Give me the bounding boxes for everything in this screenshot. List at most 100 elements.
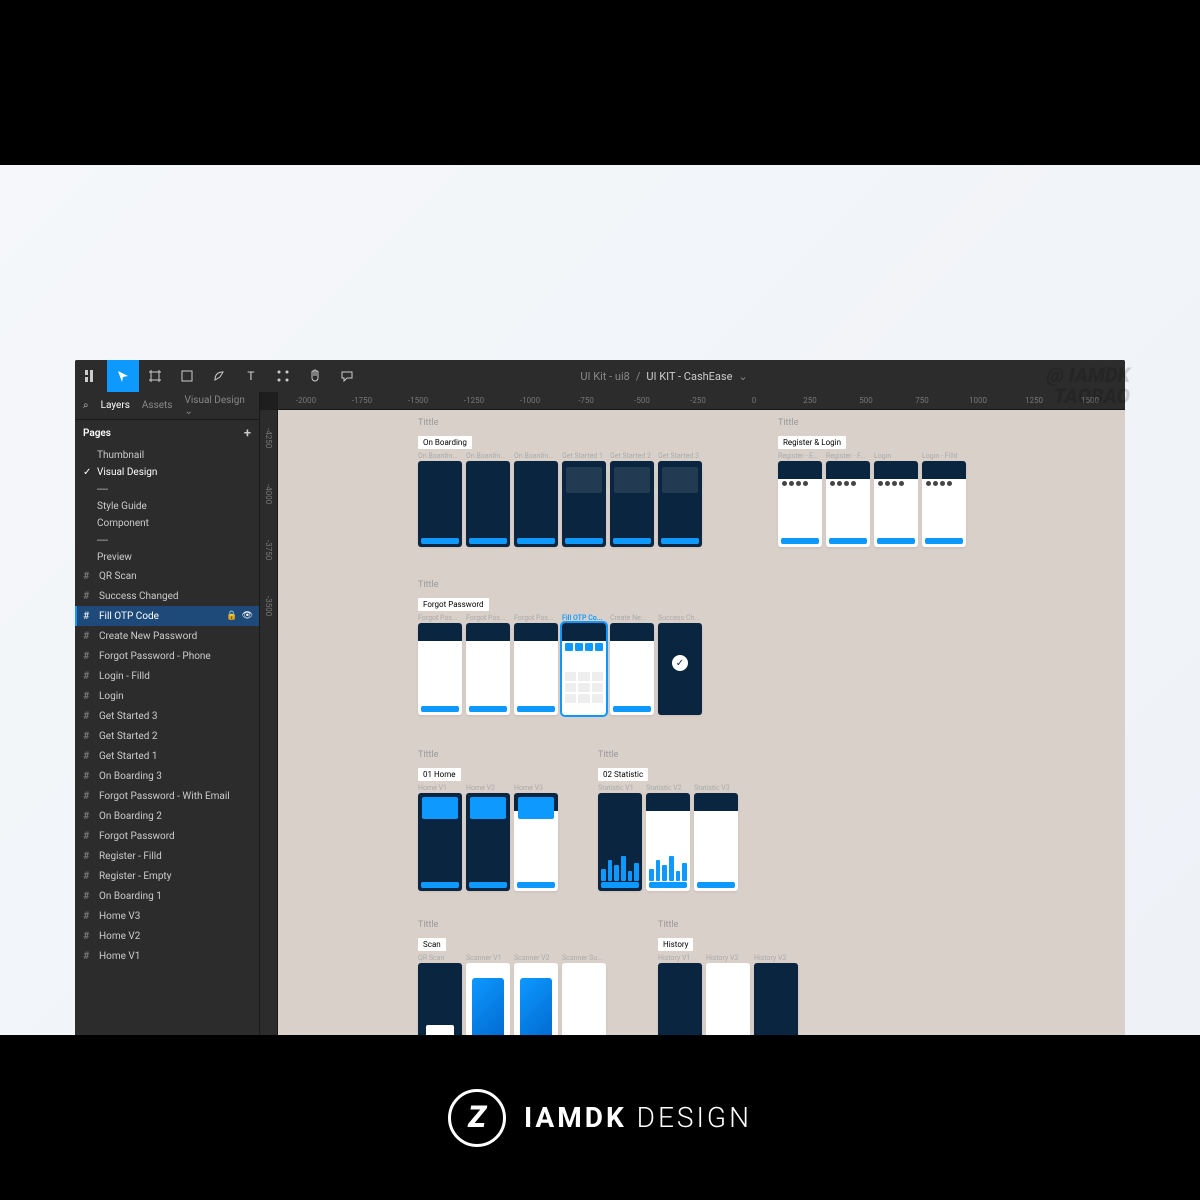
frame-label: Create Ne...	[610, 614, 654, 622]
layer-label: On Boarding 2	[99, 811, 162, 822]
resources-tool[interactable]	[267, 360, 299, 392]
page-item[interactable]: Thumbnail	[75, 447, 259, 464]
frame-thumb[interactable]: Home V2	[466, 784, 510, 891]
frame-thumb[interactable]: On Boardin...	[514, 452, 558, 547]
frame-icon: #	[83, 731, 93, 742]
toolbar: T	[75, 360, 363, 392]
page-dropdown[interactable]: Visual Design ⌄	[184, 395, 251, 417]
section-title: Register & Login	[778, 436, 846, 449]
layer-item[interactable]: #Home V3🔒👁	[75, 906, 259, 926]
layer-item[interactable]: #Home V2🔒👁	[75, 926, 259, 946]
layer-item[interactable]: #Register - Empty🔒👁	[75, 866, 259, 886]
frame-thumb[interactable]: Get Started 3	[658, 452, 702, 547]
pages-list: ThumbnailVisual Design----Style GuideCom…	[75, 447, 259, 566]
frame-thumb[interactable]: Home V3	[514, 784, 558, 891]
frame-thumb[interactable]: On Boardin...	[466, 452, 510, 547]
move-tool[interactable]	[107, 360, 139, 392]
section: Tittle01 HomeHome V1Home V2Home V3	[418, 750, 558, 891]
hand-tool[interactable]	[299, 360, 331, 392]
frame-label: Register - F...	[826, 452, 870, 460]
frame-icon: #	[83, 651, 93, 662]
layer-item[interactable]: #Fill OTP Code🔒👁	[75, 606, 259, 626]
frame-thumb[interactable]: Forgot Pas...	[466, 614, 510, 715]
shape-tool[interactable]	[171, 360, 203, 392]
search-icon[interactable]: ⌕	[83, 400, 89, 411]
frame-label: On Boardin...	[466, 452, 510, 460]
frame-thumb[interactable]: Register - F...	[826, 452, 870, 547]
section-label: Tittle	[778, 418, 966, 428]
frame-tool[interactable]	[139, 360, 171, 392]
lock-icon[interactable]: 🔒	[226, 611, 237, 621]
frame-label: Forgot Pas...	[418, 614, 462, 622]
layer-item[interactable]: #Create New Password🔒👁	[75, 626, 259, 646]
pen-tool[interactable]	[203, 360, 235, 392]
frame-thumb[interactable]: Login	[874, 452, 918, 547]
layer-label: Login	[99, 691, 124, 702]
frame-label: Get Started 3	[658, 452, 702, 460]
frame-thumb[interactable]: Home V1	[418, 784, 462, 891]
breadcrumb-parent[interactable]: UI Kit - ui8	[580, 370, 629, 383]
breadcrumb[interactable]: UI Kit - ui8 / UI KIT - CashEase ⌄	[580, 370, 747, 383]
frame-thumb[interactable]: Create Ne...	[610, 614, 654, 715]
frame-thumb[interactable]: Statistic V1	[598, 784, 642, 891]
layer-item[interactable]: #On Boarding 1🔒👁	[75, 886, 259, 906]
section: TittleForgot PasswordForgot Pas...Forgot…	[418, 580, 702, 715]
tab-layers[interactable]: Layers	[101, 400, 130, 411]
layer-item[interactable]: #Login🔒👁	[75, 686, 259, 706]
layer-item[interactable]: #On Boarding 2🔒👁	[75, 806, 259, 826]
layer-item[interactable]: #Home V1🔒👁	[75, 946, 259, 966]
frame-thumb[interactable]: Success Ch...✓	[658, 614, 702, 715]
layer-item[interactable]: #Forgot Password🔒👁	[75, 826, 259, 846]
frame-label: Fill OTP Co...	[562, 614, 606, 622]
page-item[interactable]: Style Guide	[75, 498, 259, 515]
frame-thumb[interactable]: Register - E...	[778, 452, 822, 547]
section-title: On Boarding	[418, 436, 472, 449]
eye-icon[interactable]: 👁	[242, 611, 253, 621]
frame-label: On Boardin...	[514, 452, 558, 460]
menu-button[interactable]	[75, 360, 107, 392]
layer-item[interactable]: #On Boarding 3🔒👁	[75, 766, 259, 786]
layer-item[interactable]: #Get Started 2🔒👁	[75, 726, 259, 746]
page-item[interactable]: ----	[75, 481, 259, 498]
chevron-down-icon[interactable]: ⌄	[738, 370, 747, 383]
page-item[interactable]: Visual Design	[75, 464, 259, 481]
text-tool[interactable]: T	[235, 360, 267, 392]
frame-thumb[interactable]: Fill OTP Co...	[562, 614, 606, 715]
layer-item[interactable]: #Success Changed🔒👁	[75, 586, 259, 606]
canvas[interactable]: Tittle On Boarding On Boardin... On Boardin…	[278, 410, 1125, 1070]
titlebar: T UI Kit - ui8 / UI KIT - CashEase ⌄	[75, 360, 1125, 392]
frame-thumb[interactable]: Login - Filld	[922, 452, 966, 547]
comment-tool[interactable]	[331, 360, 363, 392]
layer-label: Fill OTP Code	[99, 611, 159, 622]
frame-icon: #	[83, 911, 93, 922]
frame-thumb[interactable]: Forgot Pas...	[418, 614, 462, 715]
frame-thumb[interactable]: Forgot Pas...	[514, 614, 558, 715]
frame-thumb[interactable]: Statistic V3	[694, 784, 738, 891]
layer-item[interactable]: #Forgot Password - Phone🔒👁	[75, 646, 259, 666]
page-item[interactable]: Preview	[75, 549, 259, 566]
layer-label: Register - Empty	[99, 871, 171, 882]
frame-thumb[interactable]: Get Started 2	[610, 452, 654, 547]
layer-label: Register - Filld	[99, 851, 162, 862]
breadcrumb-current[interactable]: UI KIT - CashEase	[646, 370, 732, 383]
breadcrumb-sep: /	[636, 370, 641, 383]
layers-list[interactable]: #QR Scan🔒👁#Success Changed🔒👁#Fill OTP Co…	[75, 566, 259, 1070]
frame-thumb[interactable]: Statistic V2	[646, 784, 690, 891]
frame-thumb[interactable]: On Boardin...	[418, 452, 462, 547]
layer-item[interactable]: #Register - Filld🔒👁	[75, 846, 259, 866]
page-item[interactable]: ----	[75, 532, 259, 549]
frame-icon: #	[83, 891, 93, 902]
layer-item[interactable]: #Get Started 3🔒👁	[75, 706, 259, 726]
frame-icon: #	[83, 691, 93, 702]
layer-label: QR Scan	[99, 571, 137, 582]
page-item[interactable]: Component	[75, 515, 259, 532]
tab-assets[interactable]: Assets	[142, 400, 173, 411]
layer-item[interactable]: #Get Started 1🔒👁	[75, 746, 259, 766]
layer-item[interactable]: #Login - Filld🔒👁	[75, 666, 259, 686]
footer-text: IAMDK DESIGN	[524, 1101, 752, 1134]
frame-icon: #	[83, 771, 93, 782]
add-page-button[interactable]: +	[244, 426, 251, 441]
layer-item[interactable]: #QR Scan🔒👁	[75, 566, 259, 586]
frame-thumb[interactable]: Get Started 1	[562, 452, 606, 547]
layer-item[interactable]: #Forgot Password - With Email🔒👁	[75, 786, 259, 806]
